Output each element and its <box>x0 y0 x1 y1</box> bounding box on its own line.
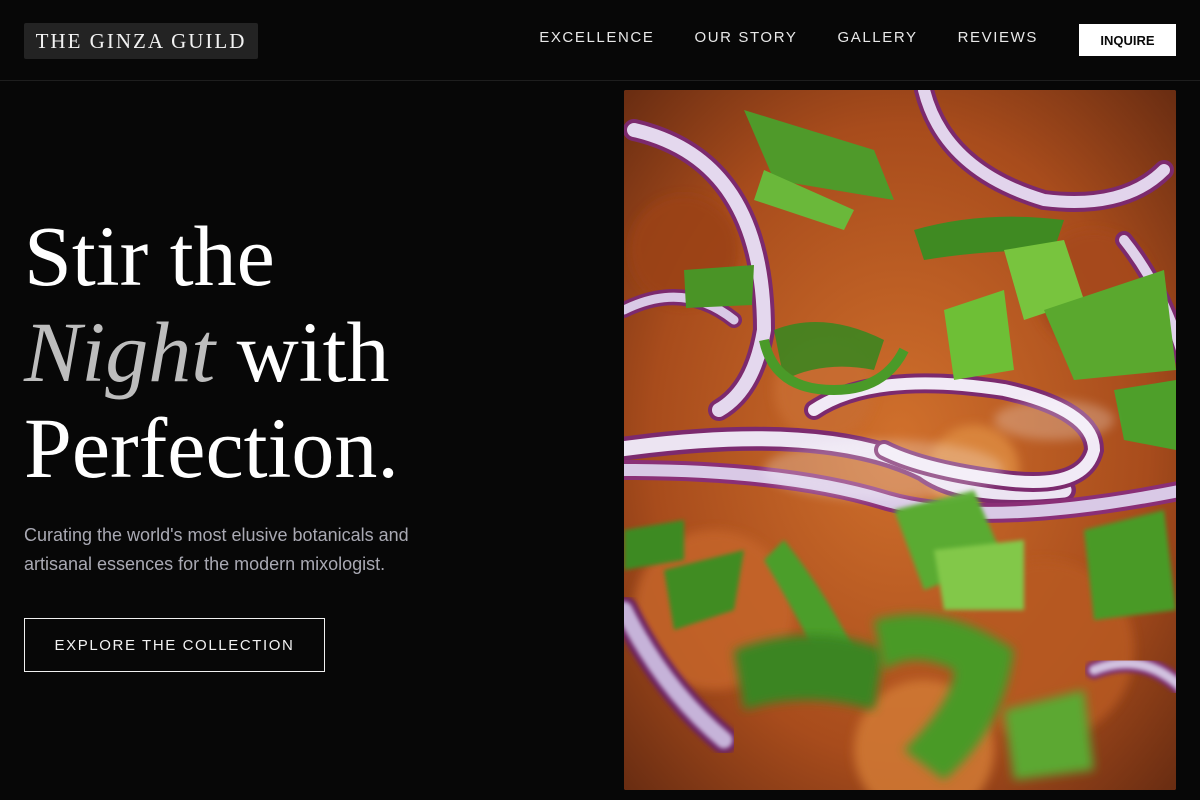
top-navigation: THE GINZA GUILD EXCELLENCE OUR STORY GAL… <box>0 0 1200 81</box>
inquire-button[interactable]: INQUIRE <box>1079 24 1176 56</box>
headline-line-1: Stir the <box>24 208 275 304</box>
hero-headline: Stir the Night with Perfection. <box>24 208 399 496</box>
headline-line-2-rest: with <box>215 304 390 400</box>
hero-food-image <box>624 90 1176 790</box>
nav-link-excellence[interactable]: EXCELLENCE <box>539 28 654 48</box>
hero-image-illustration <box>624 90 1176 790</box>
nav-link-gallery[interactable]: GALLERY <box>837 28 917 48</box>
hero-subtext: Curating the world's most elusive botani… <box>24 525 409 574</box>
nav-link-our-story[interactable]: OUR STORY <box>694 28 797 48</box>
nav-links: EXCELLENCE OUR STORY GALLERY REVIEWS <box>539 28 1038 48</box>
headline-italic-word: Night <box>24 304 216 400</box>
explore-collection-button[interactable]: EXPLORE THE COLLECTION <box>24 618 325 672</box>
brand-logo[interactable]: THE GINZA GUILD <box>24 23 258 59</box>
nav-link-reviews[interactable]: REVIEWS <box>958 28 1038 48</box>
headline-line-3: Perfection. <box>24 400 399 496</box>
